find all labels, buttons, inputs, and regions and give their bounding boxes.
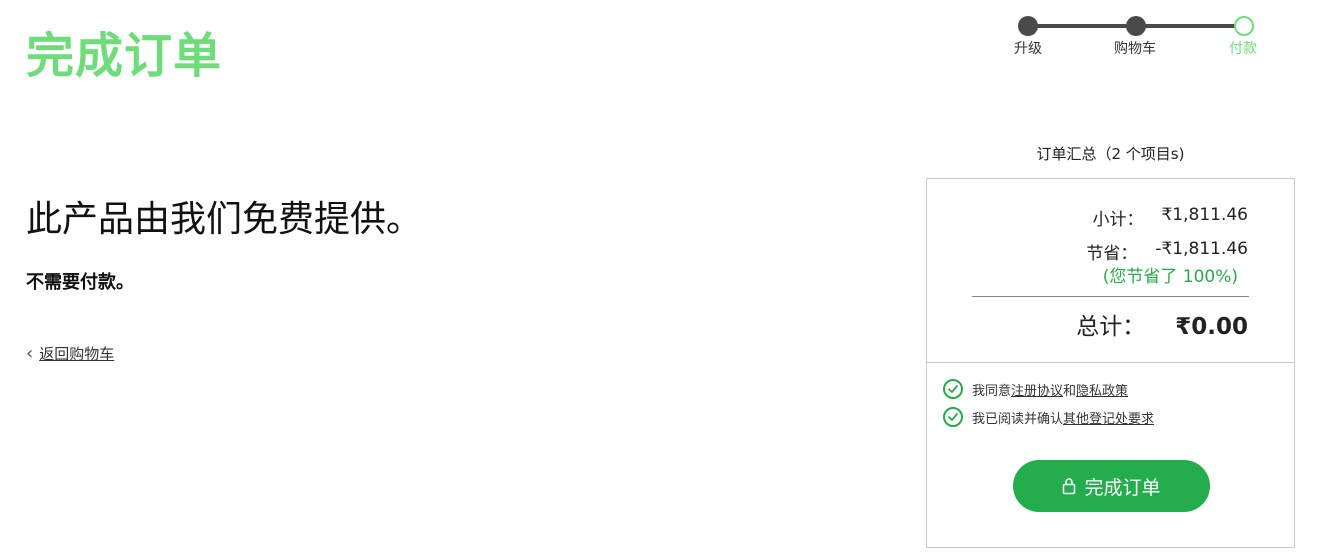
registration-agreement-link[interactable]: 注册协议: [1011, 380, 1063, 399]
lock-icon: [1062, 477, 1076, 495]
order-summary-box: 小计： ₹1,811.46 节省： -₹1,811.46 (您节省了 100%)…: [926, 178, 1295, 548]
stepper-line: [1028, 24, 1136, 28]
agree2-prefix: 我已阅读并确认: [972, 411, 1064, 427]
registry-requirements-link[interactable]: 其他登记处要求: [1063, 408, 1154, 427]
agree-terms-row[interactable]: 我同意 注册协议 和 隐私政策: [943, 379, 1128, 399]
check-circle-icon[interactable]: [943, 379, 963, 399]
back-to-cart-label: 返回购物车: [39, 345, 115, 363]
savings-label: 节省：: [1086, 244, 1138, 264]
subtotal-row: 小计： ₹1,811.46: [1092, 205, 1248, 230]
agree-middle: 和: [1063, 383, 1077, 399]
chevron-left-icon: ‹: [26, 343, 34, 364]
total-value: ₹0.00: [1175, 314, 1248, 340]
step-upgrade-label[interactable]: 升级: [1014, 38, 1042, 58]
totals-section: 小计： ₹1,811.46 节省： -₹1,811.46 (您节省了 100%)…: [927, 179, 1294, 363]
savings-value: -₹1,811.46: [1155, 239, 1248, 259]
free-product-heading: 此产品由我们免费提供。: [26, 199, 423, 240]
savings-percent: (您节省了 100%): [1102, 267, 1238, 287]
total-label: 总计：: [1076, 314, 1146, 340]
step-cart-label[interactable]: 购物车: [1114, 38, 1156, 58]
total-row: 总计： ₹0.00: [1076, 307, 1248, 341]
step-cart-dot: [1126, 16, 1146, 36]
agree-prefix: 我同意: [972, 383, 1012, 399]
check-circle-icon[interactable]: [943, 407, 963, 427]
no-payment-text: 不需要付款。: [26, 272, 134, 293]
subtotal-label: 小计：: [1092, 210, 1144, 230]
agree-registry-row[interactable]: 我已阅读并确认 其他登记处要求: [943, 407, 1154, 427]
back-to-cart-link[interactable]: ‹ 返回购物车: [26, 343, 114, 364]
totals-divider: [972, 296, 1249, 297]
order-summary-title: 订单汇总（2 个项目s): [1036, 145, 1185, 163]
step-payment-label: 付款: [1229, 41, 1257, 57]
stepper-line: [1136, 24, 1244, 28]
privacy-policy-link[interactable]: 隐私政策: [1076, 380, 1128, 399]
step-payment-dot: [1234, 16, 1254, 36]
progress-stepper: 升级 购物车 付款: [1000, 12, 1290, 62]
complete-order-button[interactable]: 完成订单: [1013, 460, 1210, 512]
step-upgrade-dot: [1018, 16, 1038, 36]
page-title: 完成订单: [26, 28, 223, 84]
subtotal-value: ₹1,811.46: [1161, 205, 1248, 225]
savings-row: 节省： -₹1,811.46: [1086, 239, 1248, 264]
complete-order-label: 完成订单: [1084, 476, 1161, 499]
